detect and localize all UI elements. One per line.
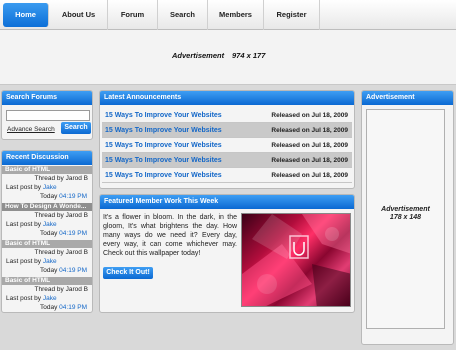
- recent-discussion-panel: Recent Discussion Basic of HTML Thread b…: [1, 150, 93, 313]
- announcements-panel: Latest Announcements 15 Ways To Improve …: [99, 90, 355, 189]
- nav-register[interactable]: Register: [264, 0, 320, 30]
- announcement-link[interactable]: 15 Ways To Improve Your Websites: [105, 123, 222, 138]
- top-nav: Home About Us Forum Search Members Regis…: [0, 0, 456, 30]
- post-day: Today: [40, 193, 58, 200]
- post-time: 04:19 PM: [59, 230, 87, 237]
- search-button[interactable]: Search: [61, 122, 91, 134]
- announcement-row: 15 Ways To Improve Your Websites Release…: [102, 138, 352, 153]
- nav-about-us[interactable]: About Us: [50, 0, 108, 30]
- nav-members[interactable]: Members: [208, 0, 264, 30]
- post-day: Today: [40, 304, 58, 311]
- wallpaper-art: [242, 214, 350, 306]
- discussion-title-link[interactable]: Basic of HTML: [2, 240, 92, 248]
- announcement-row: 15 Ways To Improve Your Websites Release…: [102, 108, 352, 123]
- discussion-title-link[interactable]: How To Design A Wonde...: [2, 203, 92, 211]
- announcement-date: Released on Jul 18, 2009: [271, 157, 348, 164]
- last-post-label: Last post by: [6, 221, 42, 228]
- side-ad-label: Advertisement: [381, 206, 430, 213]
- last-post-user[interactable]: Jake: [43, 221, 57, 228]
- last-post-label: Last post by: [6, 295, 42, 302]
- thread-by-label: Thread by: [34, 249, 64, 256]
- side-ad-size: 178 x 148: [389, 214, 422, 221]
- last-post-user[interactable]: Jake: [43, 258, 57, 265]
- thread-by-label: Thread by: [34, 175, 64, 182]
- featured-panel: Featured Member Work This Week It's a fl…: [99, 194, 355, 313]
- post-day: Today: [40, 267, 58, 274]
- search-input[interactable]: [6, 110, 90, 121]
- banner-ad-size: 974 x 177: [232, 51, 266, 60]
- announcement-date: Released on Jul 18, 2009: [271, 172, 348, 179]
- featured-description: It's a flower in bloom. In the dark, in …: [103, 214, 237, 257]
- banner-advertisement[interactable]: Advertisement 974 x 177: [0, 30, 456, 85]
- announcement-row: 15 Ways To Improve Your Websites Release…: [102, 123, 352, 138]
- announcement-date: Released on Jul 18, 2009: [271, 112, 348, 119]
- side-ad-title: Advertisement: [362, 91, 453, 105]
- nav-home[interactable]: Home: [3, 3, 49, 27]
- check-it-out-button[interactable]: Check It Out!: [103, 267, 153, 279]
- post-time: 04:19 PM: [59, 193, 87, 200]
- last-post-user[interactable]: Jake: [43, 295, 57, 302]
- post-time: 04:19 PM: [59, 304, 87, 311]
- discussion-item: How To Design A Wonde... Thread by Jarod…: [2, 203, 92, 240]
- banner-ad-label: Advertisement: [172, 51, 225, 60]
- discussion-title-link[interactable]: Basic of HTML: [2, 166, 92, 174]
- announcement-link[interactable]: 15 Ways To Improve Your Websites: [105, 108, 222, 123]
- search-panel: Search Forums Advance Search Search: [1, 90, 93, 140]
- last-post-label: Last post by: [6, 258, 42, 265]
- announcement-link[interactable]: 15 Ways To Improve Your Websites: [105, 168, 222, 183]
- advanced-search-link[interactable]: Advance Search: [7, 126, 55, 133]
- thread-by-label: Thread by: [34, 286, 64, 293]
- announcement-link[interactable]: 15 Ways To Improve Your Websites: [105, 138, 222, 153]
- thread-by-label: Thread by: [34, 212, 64, 219]
- thread-author[interactable]: Jarod B: [66, 175, 88, 182]
- announcements-title: Latest Announcements: [100, 91, 354, 105]
- search-panel-title: Search Forums: [2, 91, 92, 105]
- thread-author[interactable]: Jarod B: [66, 212, 88, 219]
- announcement-date: Released on Jul 18, 2009: [271, 127, 348, 134]
- discussion-item: Basic of HTML Thread by Jarod B Last pos…: [2, 166, 92, 203]
- announcement-date: Released on Jul 18, 2009: [271, 142, 348, 149]
- last-post-user[interactable]: Jake: [43, 184, 57, 191]
- announcement-row: 15 Ways To Improve Your Websites Release…: [102, 168, 352, 183]
- nav-search[interactable]: Search: [158, 0, 208, 30]
- thread-author[interactable]: Jarod B: [66, 286, 88, 293]
- last-post-label: Last post by: [6, 184, 42, 191]
- side-ad-box[interactable]: Advertisement 178 x 148: [366, 109, 445, 329]
- nav-forum[interactable]: Forum: [108, 0, 158, 30]
- discussion-title-link[interactable]: Basic of HTML: [2, 277, 92, 285]
- announcement-row: 15 Ways To Improve Your Websites Release…: [102, 153, 352, 168]
- featured-title: Featured Member Work This Week: [100, 195, 354, 209]
- thread-author[interactable]: Jarod B: [66, 249, 88, 256]
- discussion-item: Basic of HTML Thread by Jarod B Last pos…: [2, 277, 92, 312]
- side-advertisement-panel: Advertisement Advertisement 178 x 148: [361, 90, 454, 345]
- featured-wallpaper-image[interactable]: [241, 213, 351, 307]
- discussion-item: Basic of HTML Thread by Jarod B Last pos…: [2, 240, 92, 277]
- announcement-link[interactable]: 15 Ways To Improve Your Websites: [105, 153, 222, 168]
- post-time: 04:19 PM: [59, 267, 87, 274]
- post-day: Today: [40, 230, 58, 237]
- recent-discussion-title: Recent Discussion: [2, 151, 92, 165]
